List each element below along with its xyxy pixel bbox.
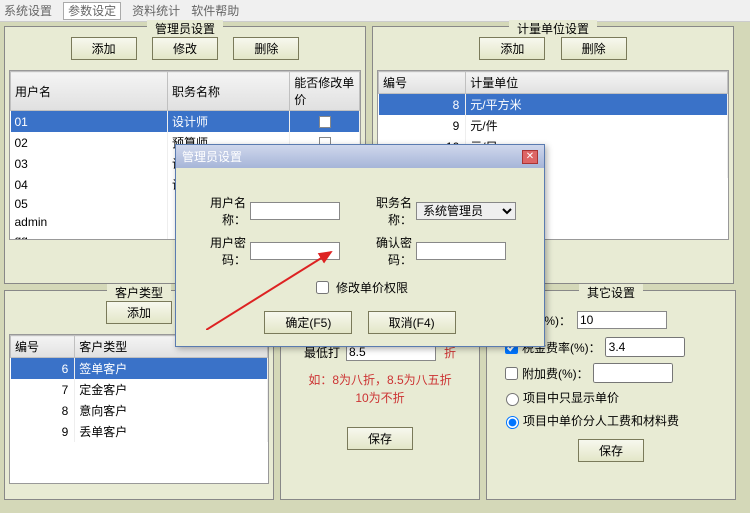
admin-dialog: 管理员设置 用户名称： 职务名称： 系统管理员 用户密码： 确认密码： 修改单价… — [175, 144, 545, 347]
table-row[interactable]: 9丢单客户 — [11, 421, 268, 442]
table-row[interactable]: 8元/平方米 — [379, 94, 728, 116]
cust-table[interactable]: 编号 客户类型 6签单客户 7定金客户 8意向客户 9丢单客户 — [10, 335, 268, 442]
col-no: 编号 — [11, 336, 75, 358]
close-icon[interactable] — [522, 150, 538, 164]
delete-button[interactable]: 删除 — [561, 37, 627, 60]
col-no: 编号 — [379, 72, 466, 94]
discount-hint: 如：8为八折，8.5为八五折 10为不折 — [285, 371, 475, 407]
menu-bar: 系统设置 参数设定 资料统计 软件帮助 — [0, 0, 750, 22]
perm-checkbox[interactable] — [316, 281, 329, 294]
dialog-title: 管理员设置 — [182, 148, 242, 165]
panel-title: 管理员设置 — [147, 20, 223, 37]
cancel-button[interactable]: 取消(F4) — [368, 311, 456, 334]
menu-item[interactable]: 参数设定 — [63, 2, 121, 20]
username-input[interactable] — [250, 202, 340, 220]
menu-item[interactable]: 资料统计 — [132, 4, 180, 18]
panel-title: 计量单位设置 — [509, 20, 597, 37]
col-user: 用户名 — [11, 72, 168, 111]
save-button[interactable]: 保存 — [578, 439, 644, 462]
menu-item[interactable]: 软件帮助 — [191, 4, 239, 18]
label-pwd2: 确认密码： — [356, 234, 416, 268]
label-user: 用户名称： — [190, 194, 250, 228]
label-perm: 修改单价权限 — [336, 279, 408, 296]
table-row[interactable]: 7定金客户 — [11, 379, 268, 400]
delete-button[interactable]: 删除 — [233, 37, 299, 60]
table-row[interactable]: 9元/件 — [379, 115, 728, 136]
table-row[interactable]: 01设计师 — [11, 111, 360, 133]
mgrfee-input[interactable] — [577, 311, 667, 329]
panel-title: 客户类型 — [107, 284, 171, 301]
edit-button[interactable]: 修改 — [152, 37, 218, 60]
show-only-radio[interactable] — [506, 393, 519, 406]
password-input[interactable] — [250, 242, 340, 260]
addfee-input[interactable] — [593, 363, 673, 383]
col-can: 能否修改单价 — [290, 72, 360, 111]
ok-button[interactable]: 确定(F5) — [264, 311, 352, 334]
label-addfee: 附加费(%)： — [522, 365, 589, 382]
table-row[interactable]: 6签单客户 — [11, 358, 268, 380]
table-row[interactable]: 8意向客户 — [11, 400, 268, 421]
add-button[interactable]: 添加 — [71, 37, 137, 60]
addfee-checkbox[interactable] — [505, 367, 518, 380]
label-pwd: 用户密码： — [190, 234, 250, 268]
panel-title: 其它设置 — [579, 284, 643, 301]
add-button[interactable]: 添加 — [106, 301, 172, 324]
password2-input[interactable] — [416, 242, 506, 260]
role-select[interactable]: 系统管理员 — [416, 202, 516, 220]
menu-item[interactable]: 系统设置 — [4, 4, 52, 18]
label-role: 职务名称： — [356, 194, 416, 228]
col-unit: 计量单位 — [466, 72, 728, 94]
col-role: 职务名称 — [168, 72, 290, 111]
taxfee-input[interactable] — [605, 337, 685, 357]
show-split-radio[interactable] — [506, 416, 519, 429]
label-split: 项目中单价分人工费和材料费 — [523, 412, 679, 429]
label-only: 项目中只显示单价 — [523, 389, 619, 406]
save-button[interactable]: 保存 — [347, 427, 413, 450]
add-button[interactable]: 添加 — [479, 37, 545, 60]
checkbox-icon[interactable] — [319, 116, 331, 128]
